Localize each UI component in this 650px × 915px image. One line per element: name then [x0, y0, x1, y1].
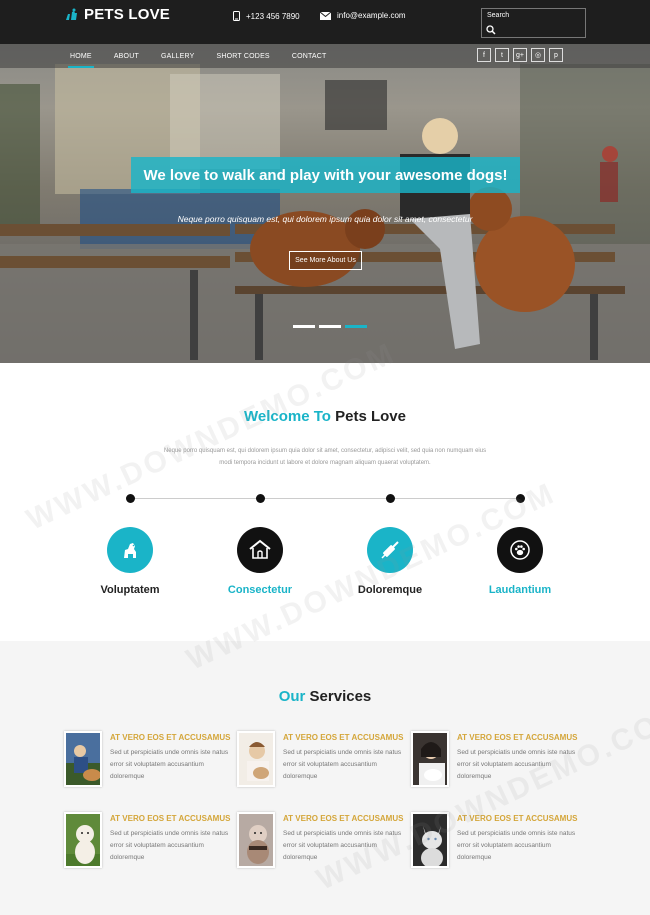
service-text: Sed ut perspiciatis unde omnis iste natu…: [457, 830, 576, 861]
site-logo[interactable]: PETS LOVE: [64, 6, 170, 23]
timeline-dot: [516, 494, 525, 503]
hero-background-image: [0, 64, 650, 363]
service-card[interactable]: AT VERO EOS ET ACCUSAMUS Sed ut perspici…: [64, 731, 239, 793]
pet-logo-icon: [66, 8, 77, 20]
feature-label-voluptatem: Voluptatem: [100, 584, 160, 596]
feature-label-doloremque: Doloremque: [357, 584, 423, 596]
feature-laudantium[interactable]: [497, 527, 543, 573]
phone-contact: +123 456 7890: [233, 11, 300, 21]
service-text: Sed ut perspiciatis unde omnis iste natu…: [457, 749, 576, 780]
service-image: [237, 812, 275, 868]
service-image: [411, 731, 449, 787]
hero-title: We love to walk and play with your aweso…: [143, 167, 508, 184]
service-title: AT VERO EOS ET ACCUSAMUS: [110, 733, 231, 742]
google-plus-icon[interactable]: g+: [513, 48, 527, 62]
search-icon[interactable]: [486, 25, 496, 35]
service-card[interactable]: AT VERO EOS ET ACCUSAMUS Sed ut perspici…: [411, 731, 586, 793]
top-header: PETS LOVE +123 456 7890 info@example.com…: [0, 0, 650, 44]
logo-text: PETS LOVE: [84, 6, 170, 23]
service-title: AT VERO EOS ET ACCUSAMUS: [283, 814, 404, 823]
feature-label-consectetur: Consectetur: [227, 584, 293, 596]
email-address[interactable]: info@example.com: [337, 11, 406, 20]
timeline-line: [130, 498, 520, 499]
slide-indicator-2[interactable]: [319, 325, 341, 328]
search-input[interactable]: Search: [481, 8, 586, 38]
slide-indicator-3[interactable]: [345, 325, 367, 328]
welcome-title-accent: Welcome To: [243, 408, 331, 425]
slider-indicators: [293, 325, 371, 328]
service-text: Sed ut perspiciatis unde omnis iste natu…: [283, 749, 402, 780]
hero-subtitle: Neque porro quisquam est, qui dolorem ip…: [177, 214, 473, 224]
timeline-dot: [256, 494, 265, 503]
phone-icon: [233, 11, 240, 21]
service-title: AT VERO EOS ET ACCUSAMUS: [457, 814, 578, 823]
phone-number: +123 456 7890: [246, 11, 300, 21]
nav-gallery[interactable]: GALLERY: [161, 53, 195, 60]
welcome-title-main: Pets Love: [335, 408, 406, 425]
welcome-description: Neque porro quisquam est, qui dolorem ip…: [130, 445, 520, 469]
envelope-icon: [320, 11, 331, 20]
nav-about[interactable]: ABOUT: [114, 53, 139, 60]
search-label: Search: [487, 12, 510, 19]
feature-voluptatem[interactable]: [107, 527, 153, 573]
service-title: AT VERO EOS ET ACCUSAMUS: [457, 733, 578, 742]
nav-bar: HOME ABOUT GALLERY SHORT CODES CONTACT f…: [0, 44, 650, 68]
twitter-icon[interactable]: t: [495, 48, 509, 62]
nav-short-codes[interactable]: SHORT CODES: [217, 53, 270, 60]
service-image: [64, 812, 102, 868]
welcome-text-line-1: Neque porro quisquam est, qui dolorem ip…: [163, 448, 487, 454]
service-image: [237, 731, 275, 787]
dog-house-icon: [249, 539, 271, 559]
service-image: [411, 812, 449, 868]
slide-indicator-1[interactable]: [293, 325, 315, 328]
service-card[interactable]: AT VERO EOS ET ACCUSAMUS Sed ut perspici…: [411, 812, 586, 874]
paw-icon: [510, 540, 530, 560]
nav-contact[interactable]: CONTACT: [292, 53, 327, 60]
service-text: Sed ut perspiciatis unde omnis iste natu…: [110, 830, 229, 861]
service-card[interactable]: AT VERO EOS ET ACCUSAMUS Sed ut perspici…: [64, 812, 239, 874]
facebook-icon[interactable]: f: [477, 48, 491, 62]
nav-home[interactable]: HOME: [68, 53, 94, 68]
service-text: Sed ut perspiciatis unde omnis iste natu…: [110, 749, 229, 780]
service-card[interactable]: AT VERO EOS ET ACCUSAMUS Sed ut perspici…: [237, 731, 412, 793]
timeline-dot: [126, 494, 135, 503]
timeline-dot: [386, 494, 395, 503]
service-title: AT VERO EOS ET ACCUSAMUS: [110, 814, 231, 823]
services-section: Our Services AT VERO EOS ET ACCUSAMUS Se…: [0, 641, 650, 915]
watermark-text: WWW.DOWNDEMO.COM: [21, 336, 401, 537]
service-text: Sed ut perspiciatis unde omnis iste natu…: [283, 830, 402, 861]
feature-label-laudantium: Laudantium: [488, 584, 552, 596]
services-title-accent: Our: [278, 688, 306, 705]
feature-doloremque[interactable]: [367, 527, 413, 573]
feature-consectetur[interactable]: [237, 527, 283, 573]
services-title: Our Services: [0, 688, 650, 705]
dog-icon: [124, 543, 136, 558]
service-card[interactable]: AT VERO EOS ET ACCUSAMUS Sed ut perspici…: [237, 812, 412, 874]
hero-title-banner: We love to walk and play with your aweso…: [131, 157, 520, 193]
services-title-main: Services: [309, 688, 372, 705]
social-links: f t g+ ◎ p: [477, 48, 567, 62]
see-more-button[interactable]: See More About Us: [289, 251, 362, 270]
welcome-title: Welcome To Pets Love: [0, 408, 650, 425]
dribbble-icon[interactable]: ◎: [531, 48, 545, 62]
email-contact: info@example.com: [320, 11, 406, 20]
welcome-text-line-2: modi tempora incidunt ut labore et dolor…: [219, 460, 431, 466]
syringe-icon: [381, 541, 399, 559]
service-image: [64, 731, 102, 787]
main-nav: HOME ABOUT GALLERY SHORT CODES CONTACT: [68, 44, 349, 68]
hero-slider: HOME ABOUT GALLERY SHORT CODES CONTACT f…: [0, 44, 650, 363]
service-title: AT VERO EOS ET ACCUSAMUS: [283, 733, 404, 742]
pinterest-icon[interactable]: p: [549, 48, 563, 62]
